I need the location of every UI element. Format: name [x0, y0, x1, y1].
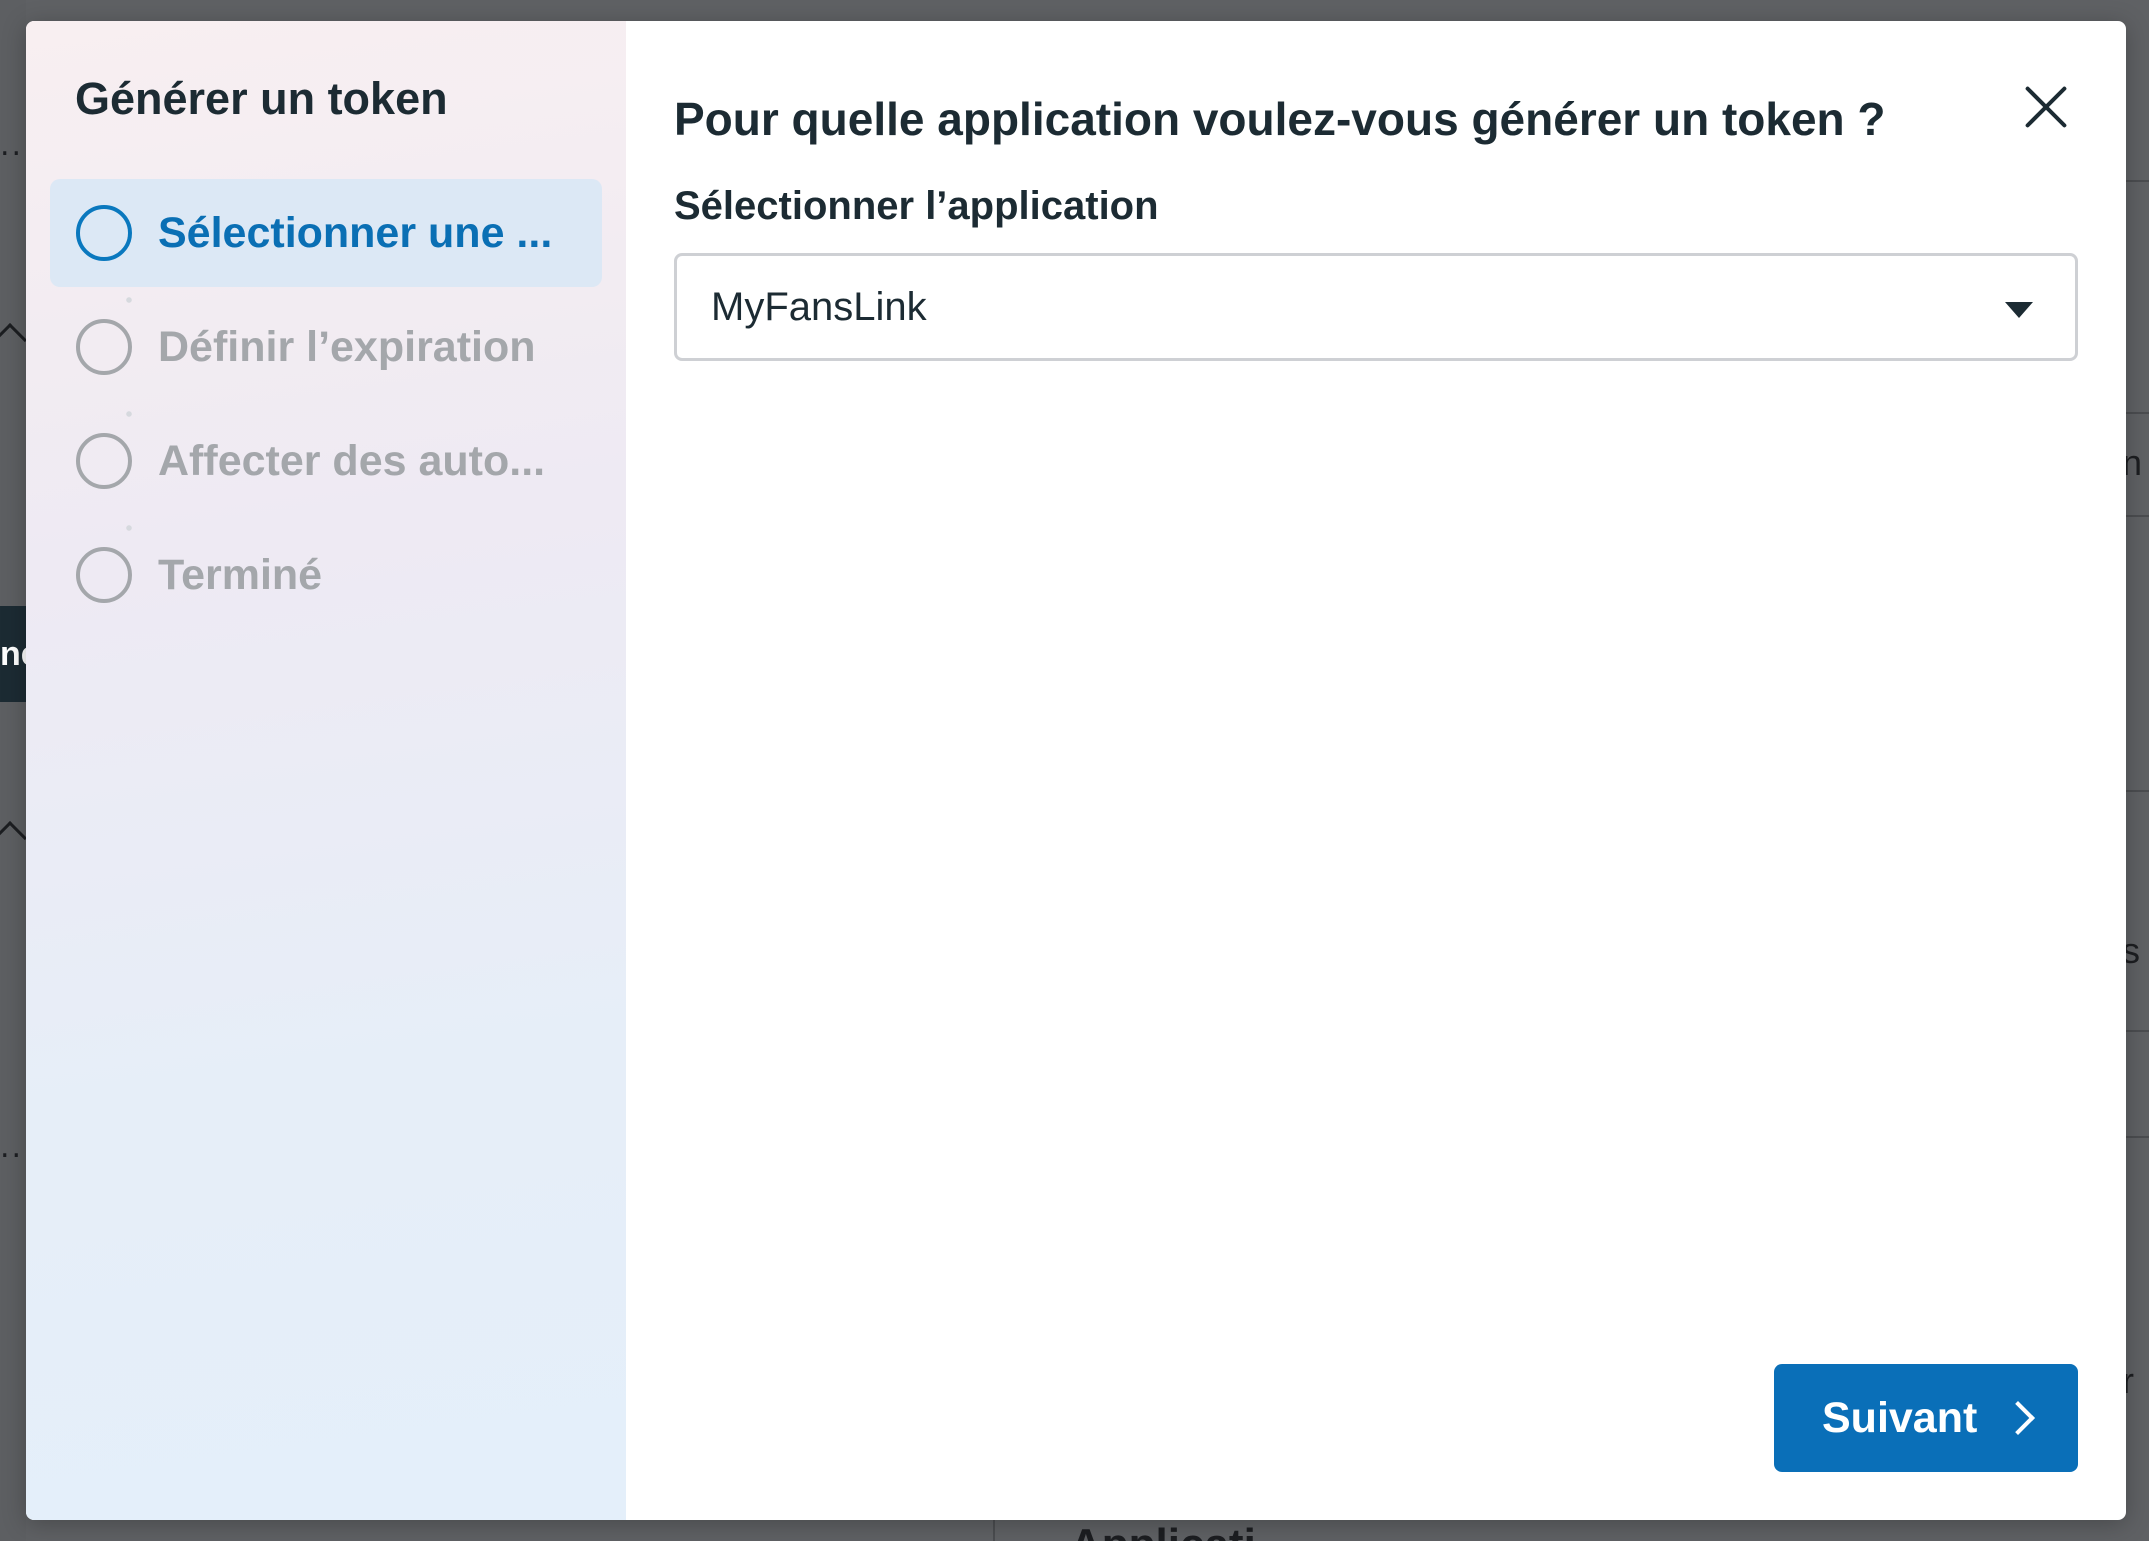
step-label: Affecter des auto... [158, 436, 546, 485]
app-select-dropdown[interactable]: MyFansLink [674, 253, 2078, 361]
caret-down-icon [2005, 302, 2033, 318]
background-divider [2126, 412, 2149, 414]
next-button-label: Suivant [1822, 1393, 1978, 1442]
background-dark-text: ne [0, 635, 26, 673]
generate-token-dialog: Générer un token Sélectionner une ... Dé… [26, 21, 2126, 1520]
background-divider [2126, 180, 2149, 182]
select-app-label: Sélectionner l’application [674, 184, 1159, 228]
circle-outline-icon [76, 319, 132, 375]
dialog-title: Pour quelle application voulez-vous géné… [674, 93, 1886, 145]
step-label: Terminé [158, 550, 323, 599]
wizard-step-set-expiration[interactable]: Définir l’expiration [50, 293, 602, 401]
wizard-step-done[interactable]: Terminé [50, 521, 602, 629]
background-divider [993, 1520, 995, 1541]
app-select-value: MyFansLink [711, 284, 927, 329]
background-divider [2126, 515, 2149, 517]
background-text: r [2122, 1360, 2134, 1401]
wizard-steps: Sélectionner une ... Définir l’expiratio… [50, 179, 602, 629]
circle-outline-icon [76, 433, 132, 489]
circle-outline-icon [76, 547, 132, 603]
circle-outline-icon [76, 205, 132, 261]
background-divider [2126, 790, 2149, 792]
wizard-sidebar: Générer un token Sélectionner une ... Dé… [26, 21, 626, 1520]
chevron-right-icon [2001, 1401, 2035, 1435]
wizard-step-assign-permissions[interactable]: Affecter des auto... [50, 407, 602, 515]
background-left-strip [0, 0, 26, 1541]
next-button[interactable]: Suivant [1774, 1364, 2078, 1472]
background-divider [2126, 1136, 2149, 1138]
sidebar-title: Générer un token [75, 73, 448, 124]
background-divider [2126, 1030, 2149, 1032]
background-text: n [2122, 442, 2143, 483]
dialog-content: Pour quelle application voulez-vous géné… [626, 21, 2126, 1520]
background-text: s [2122, 930, 2140, 971]
wizard-step-select-app[interactable]: Sélectionner une ... [50, 179, 602, 287]
background-right-strip [2126, 0, 2149, 1541]
step-label: Définir l’expiration [158, 322, 536, 371]
close-icon[interactable] [2018, 79, 2074, 135]
background-heading: Applicati [1070, 1520, 1256, 1541]
step-label: Sélectionner une ... [158, 208, 553, 257]
background-dark-block: ne [0, 606, 26, 702]
